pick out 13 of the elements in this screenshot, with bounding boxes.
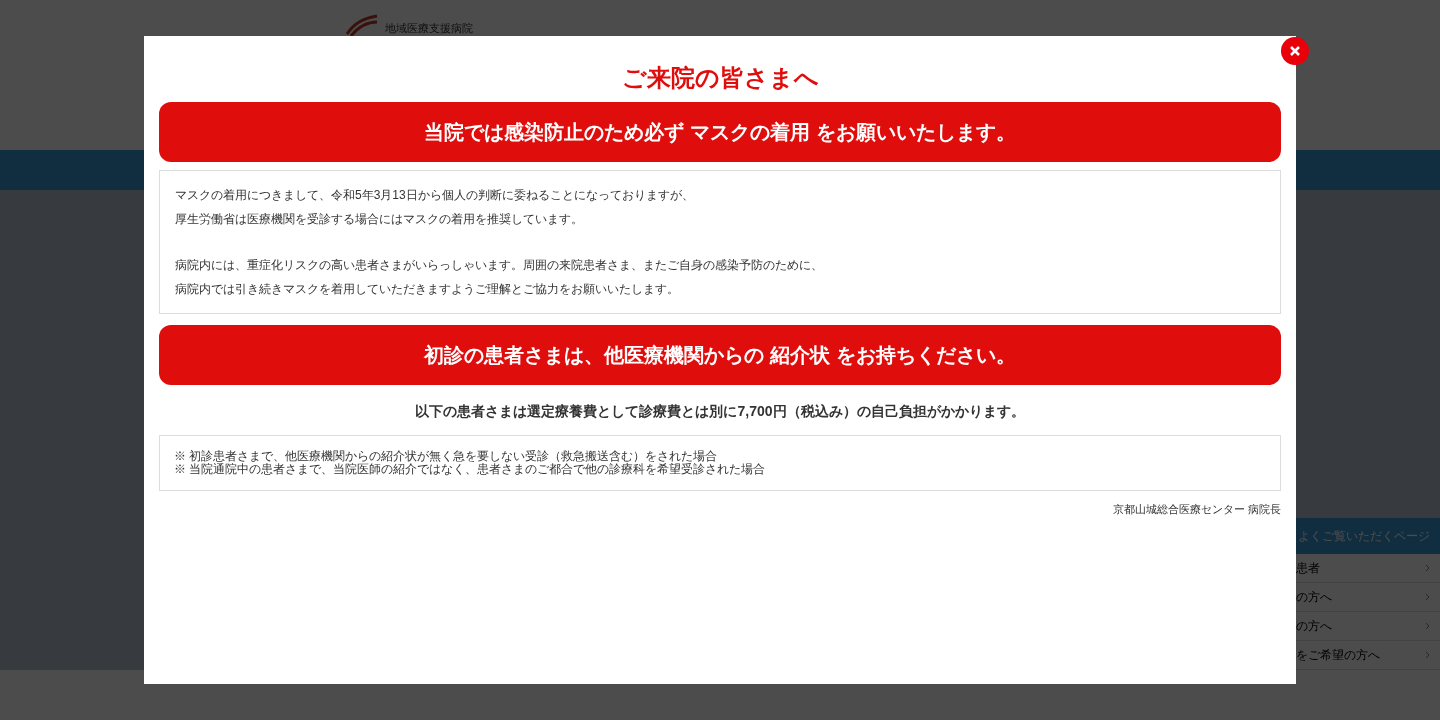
signature: 京都山城総合医療センター 病院長 [1111,502,1281,517]
note-line: ※ 当院通院中の患者さまで、当院医師の紹介ではなく、患者さまのご都合で他の診療科を希望受診された場合 [174,463,767,476]
message-line: マスクの着用につきまして、令和5年3月13日から個人の判断に委ねることになっておりますが、 [175,187,695,204]
note-line: ※ 初診患者さまで、他医療機関からの紹介状が無く急を要しない受診（救急搬送含む）をされた場合 [174,450,719,463]
close-icon [1289,45,1301,57]
close-button[interactable] [1281,37,1309,65]
notice-banner: 初診の患者さまは、他医療機関からの 紹介状 をお持ちください。 [159,325,1281,385]
fee-notice: 以下の患者さまは選定療養費として診療費とは別に7,700円（税込み）の自己負担がかかります。 [414,402,1026,421]
notice-banner: 当院では感染防止のため必ず マスクの着用 をお願いいたします。 [159,102,1281,162]
message-line: 病院内では引き続きマスクを着用していただきますようご理解とご協力をお願いいたします。 [175,281,680,298]
message-line: 病院内には、重症化リスクの高い患者さまがいらっしゃいます。周囲の来院患者さま、またご自身の感染予防のために、 [175,257,824,274]
message-line: 厚生労働省は医療機関を受診する場合にはマスクの着用を推奨しています。 [175,211,584,228]
dialog-title: ご来院の皆さまへ [620,63,820,93]
